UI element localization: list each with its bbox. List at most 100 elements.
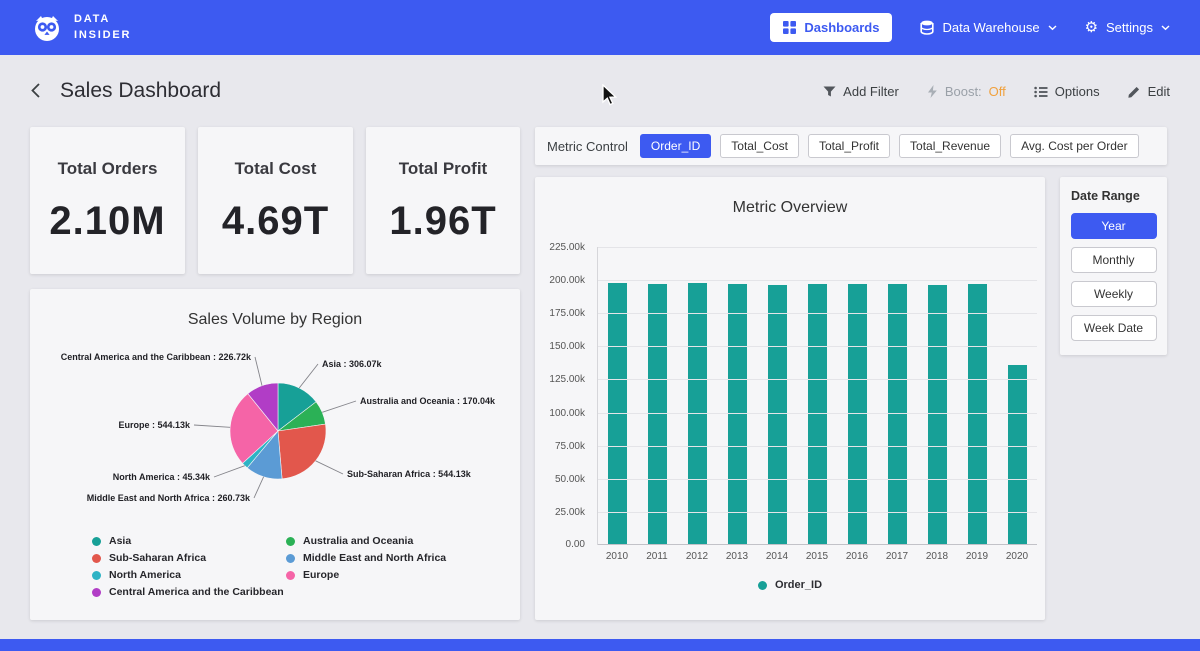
- gridline: [598, 379, 1037, 380]
- brand-line2: INSIDER: [74, 28, 131, 43]
- nav-settings[interactable]: ⚙ Settings: [1085, 20, 1170, 35]
- y-tick-label: 25.00k: [555, 507, 585, 518]
- legend-dot: [92, 588, 101, 597]
- metric-option-total-cost[interactable]: Total_Cost: [720, 134, 799, 158]
- brand: DATA INSIDER: [30, 11, 131, 45]
- legend-dot: [92, 571, 101, 580]
- pie-legend: Asia Sub-Saharan Africa North America Centr…: [92, 535, 480, 598]
- y-tick-label: 0.00: [566, 539, 585, 550]
- bar-column: [957, 247, 997, 545]
- x-tick-label: 2012: [677, 551, 717, 562]
- gridline: [598, 512, 1037, 513]
- sales-dashboard-page: DATA INSIDER Dashboards D: [0, 0, 1200, 651]
- bar-plot: [597, 247, 1037, 545]
- legend-item-sub-saharan-africa[interactable]: Sub-Saharan Africa: [92, 552, 286, 564]
- bar-2012[interactable]: [688, 283, 707, 545]
- legend-dot: [92, 537, 101, 546]
- boost-label: Boost:: [945, 84, 982, 99]
- legend-dot: [286, 537, 295, 546]
- metric-option-total-profit[interactable]: Total_Profit: [808, 134, 890, 158]
- bar-2010[interactable]: [608, 283, 627, 545]
- legend-label: Australia and Oceania: [303, 535, 413, 547]
- edit-button[interactable]: Edit: [1128, 84, 1170, 99]
- legend-item-middle-east-and-north-africa[interactable]: Middle East and North Africa: [286, 552, 480, 564]
- metric-option-order-id[interactable]: Order_ID: [640, 134, 711, 158]
- legend-item-north-america[interactable]: North America: [92, 569, 286, 581]
- x-tick-label: 2014: [757, 551, 797, 562]
- bar-2017[interactable]: [888, 284, 907, 545]
- y-tick-label: 100.00k: [549, 408, 585, 419]
- kpi-label: Total Orders: [30, 159, 185, 179]
- pie-slice-label: Sub-Saharan Africa : 544.13k: [347, 469, 472, 479]
- bar-2015[interactable]: [808, 284, 827, 545]
- bar-2018[interactable]: [928, 285, 947, 545]
- x-tick-label: 2017: [877, 551, 917, 562]
- bar-legend: Order_ID: [535, 579, 1045, 591]
- bar-2020[interactable]: [1008, 365, 1027, 545]
- pie-leader-line: [214, 466, 245, 477]
- bar-2013[interactable]: [728, 284, 747, 545]
- pie-leader-line: [255, 357, 262, 386]
- legend-item-australia-and-oceania[interactable]: Australia and Oceania: [286, 535, 480, 547]
- date-range-option-year[interactable]: Year: [1071, 213, 1157, 239]
- x-tick-label: 2018: [917, 551, 957, 562]
- legend-label: Europe: [303, 569, 339, 581]
- bar-2014[interactable]: [768, 285, 787, 545]
- kpi-card-total-cost: Total Cost 4.69T: [198, 127, 353, 274]
- nav-data-warehouse-label: Data Warehouse: [942, 20, 1039, 35]
- options-list-icon: [1034, 86, 1048, 98]
- y-tick-label: 150.00k: [549, 341, 585, 352]
- bar-chart-title: Metric Overview: [535, 199, 1045, 217]
- y-tick-label: 200.00k: [549, 275, 585, 286]
- metric-option-total-revenue[interactable]: Total_Revenue: [899, 134, 1001, 158]
- brand-line1: DATA: [74, 12, 131, 27]
- bar-2019[interactable]: [968, 284, 987, 545]
- bar-column: [877, 247, 917, 545]
- legend-label: Asia: [109, 535, 131, 547]
- pie-leader-line: [194, 425, 230, 427]
- x-tick-label: 2015: [797, 551, 837, 562]
- nav-settings-label: Settings: [1106, 20, 1153, 35]
- nav-dashboards-button[interactable]: Dashboards: [770, 13, 892, 42]
- back-button[interactable]: [30, 82, 41, 104]
- pie-leader-line: [254, 477, 264, 498]
- bar-x-axis: 2010201120122013201420152016201720182019…: [597, 551, 1037, 562]
- bar-legend-dot: [758, 581, 767, 590]
- edit-pencil-icon: [1128, 85, 1141, 98]
- header-actions: Add Filter Boost: Off Options Edit: [823, 84, 1170, 99]
- kpi-value: 1.96T: [366, 199, 520, 244]
- legend-item-central-america-and-the-caribbean[interactable]: Central America and the Caribbean: [92, 586, 286, 598]
- x-tick-label: 2010: [597, 551, 637, 562]
- legend-item-europe[interactable]: Europe: [286, 569, 480, 581]
- bar-column: [798, 247, 838, 545]
- add-filter-button[interactable]: Add Filter: [823, 84, 899, 99]
- x-tick-label: 2013: [717, 551, 757, 562]
- metric-option-avg-cost-per-order[interactable]: Avg. Cost per Order: [1010, 134, 1139, 158]
- pie-chart-card: Sales Volume by Region Asia : 306.07kAus…: [30, 289, 520, 620]
- kpi-label: Total Profit: [366, 159, 520, 179]
- pie-slice-sub-saharan-africa[interactable]: [278, 424, 326, 479]
- date-range-option-weekly[interactable]: Weekly: [1071, 281, 1157, 307]
- mouse-cursor: [601, 84, 621, 112]
- bar-column: [638, 247, 678, 545]
- y-tick-label: 50.00k: [555, 474, 585, 485]
- chevron-down-icon: [1161, 25, 1170, 31]
- x-tick-label: 2019: [957, 551, 997, 562]
- metric-control-bar: Metric Control Order_IDTotal_CostTotal_P…: [535, 127, 1167, 165]
- gridline: [598, 280, 1037, 281]
- date-range-option-week-date[interactable]: Week Date: [1071, 315, 1157, 341]
- metric-control-buttons: Order_ID Total_Cost Total_Profit Total_Reve…: [640, 134, 1139, 158]
- bar-2011[interactable]: [648, 284, 667, 545]
- page-title: Sales Dashboard: [60, 79, 221, 103]
- boost-toggle[interactable]: Boost: Off: [927, 84, 1006, 99]
- gridline: [598, 346, 1037, 347]
- bar-2016[interactable]: [848, 284, 867, 545]
- boost-bolt-icon: [927, 85, 938, 98]
- pie-chart: Asia : 306.07kAustralia and Oceania : 17…: [30, 338, 520, 529]
- legend-item-asia[interactable]: Asia: [92, 535, 286, 547]
- gear-icon: ⚙: [1085, 20, 1098, 35]
- options-button[interactable]: Options: [1034, 84, 1100, 99]
- date-range-title: Date Range: [1071, 189, 1167, 203]
- nav-data-warehouse[interactable]: Data Warehouse: [920, 20, 1056, 35]
- date-range-option-monthly[interactable]: Monthly: [1071, 247, 1157, 273]
